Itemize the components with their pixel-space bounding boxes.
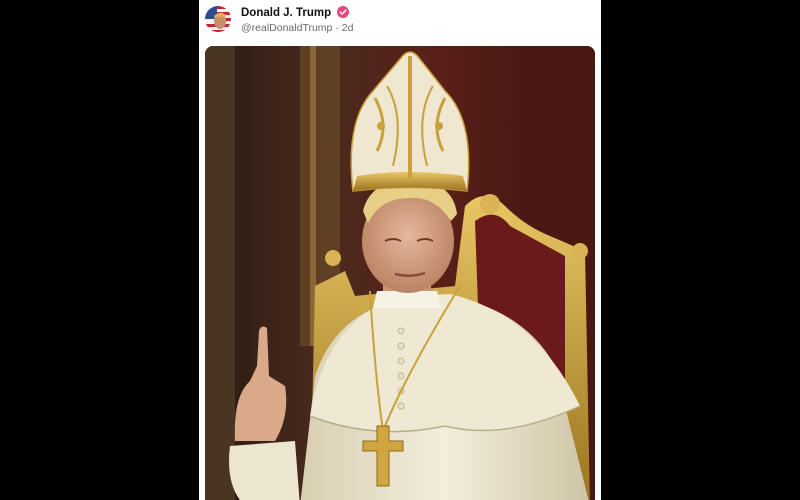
post-card: Donald J. Trump @realDonaldTrump · 2d <box>199 0 601 500</box>
post-header: Donald J. Trump @realDonaldTrump · 2d <box>199 0 601 44</box>
avatar-image <box>205 6 231 32</box>
post-age[interactable]: 2d <box>342 22 354 34</box>
post-image[interactable] <box>205 46 595 500</box>
author-name-row[interactable]: Donald J. Trump <box>241 6 350 20</box>
avatar[interactable] <box>205 6 231 32</box>
author-handle[interactable]: @realDonaldTrump <box>241 22 332 34</box>
meta-separator: · <box>335 22 339 34</box>
verified-check-icon <box>337 6 350 18</box>
author-display-name[interactable]: Donald J. Trump <box>241 7 331 19</box>
author-meta: @realDonaldTrump · 2d <box>241 22 353 35</box>
pope-illustration <box>205 46 595 500</box>
